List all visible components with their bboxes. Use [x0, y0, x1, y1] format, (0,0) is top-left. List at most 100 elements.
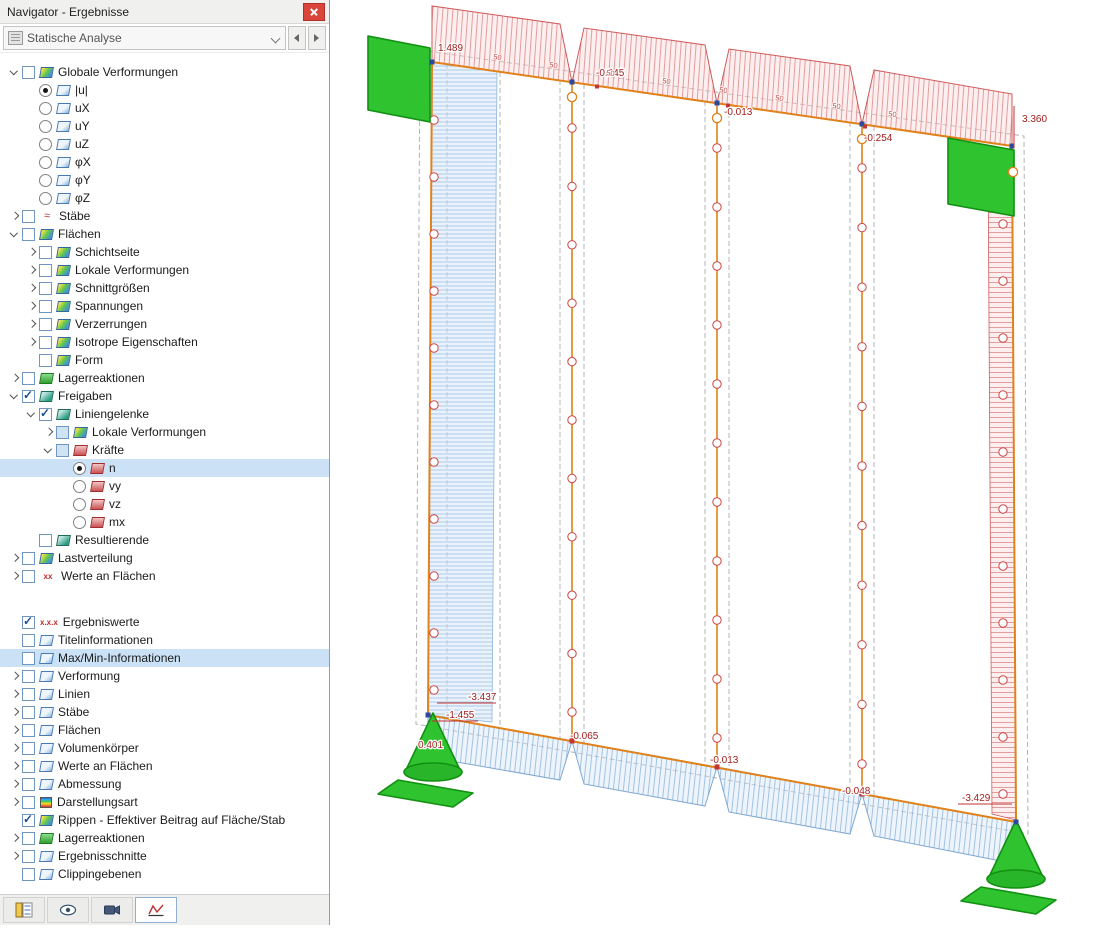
- panel-title-bar[interactable]: Navigator - Ergebnisse: [0, 0, 329, 24]
- tree-item-mx[interactable]: mx: [0, 513, 329, 531]
- tree-item-schichtseite[interactable]: Schichtseite: [0, 243, 329, 261]
- expander-closed-icon[interactable]: [8, 795, 22, 809]
- tree-item-fl-chen[interactable]: Flächen: [0, 721, 329, 739]
- tree-item-rippen-effektiver-beitrag-auf-fl-che-stab[interactable]: Rippen - Effektiver Beitrag auf Fläche/S…: [0, 811, 329, 829]
- radio-button[interactable]: [39, 101, 52, 115]
- expander-closed-icon[interactable]: [8, 831, 22, 845]
- checkbox[interactable]: [22, 569, 35, 583]
- tree-item-st-be[interactable]: Stäbe: [0, 703, 329, 721]
- tree-item-lagerreaktionen[interactable]: Lagerreaktionen: [0, 369, 329, 387]
- tree-item-linien[interactable]: Linien: [0, 685, 329, 703]
- tree-item-titelinformationen[interactable]: Titelinformationen: [0, 631, 329, 649]
- tree-item-form[interactable]: Form: [0, 351, 329, 369]
- tree-item-globale-verformungen[interactable]: Globale Verformungen: [0, 63, 329, 81]
- tab-camera[interactable]: [91, 897, 133, 923]
- tree-item-n[interactable]: n: [0, 459, 329, 477]
- expander-closed-icon[interactable]: [42, 425, 56, 439]
- expander-closed-icon[interactable]: [25, 299, 39, 313]
- checkbox[interactable]: [22, 65, 35, 79]
- checkbox[interactable]: [39, 281, 52, 295]
- expander-closed-icon[interactable]: [8, 741, 22, 755]
- expander-open-icon[interactable]: [8, 389, 22, 403]
- expander-closed-icon[interactable]: [8, 705, 22, 719]
- checkbox[interactable]: [22, 705, 35, 719]
- radio-button[interactable]: [39, 137, 52, 151]
- checkbox[interactable]: [22, 615, 35, 629]
- model-viewport[interactable]: 1.489 -0.245 -0.013 -0.254 3.360 -3.437 …: [330, 0, 1120, 925]
- tree-item-kr-fte[interactable]: Kräfte: [0, 441, 329, 459]
- tree-item-abmessung[interactable]: Abmessung: [0, 775, 329, 793]
- tree-item-ergebnisschnitte[interactable]: Ergebnisschnitte: [0, 847, 329, 865]
- checkbox[interactable]: [22, 723, 35, 737]
- tree-item-verformung[interactable]: Verformung: [0, 667, 329, 685]
- tree-item-vy[interactable]: vy: [0, 477, 329, 495]
- radio-button[interactable]: [73, 497, 86, 511]
- tree-item-y[interactable]: φY: [0, 171, 329, 189]
- tab-results-navigator[interactable]: [135, 897, 177, 923]
- radio-button[interactable]: [73, 461, 86, 475]
- tree-item-uz[interactable]: uZ: [0, 135, 329, 153]
- checkbox[interactable]: [22, 209, 35, 223]
- tree-item-u[interactable]: |u|: [0, 81, 329, 99]
- checkbox[interactable]: [39, 335, 52, 349]
- radio-button[interactable]: [39, 83, 52, 97]
- expander-open-icon[interactable]: [42, 443, 56, 457]
- tree-item-lokale-verformungen[interactable]: Lokale Verformungen: [0, 261, 329, 279]
- tree-item-lagerreaktionen[interactable]: Lagerreaktionen: [0, 829, 329, 847]
- tab-views-navigator[interactable]: [47, 897, 89, 923]
- tree-item-lokale-verformungen[interactable]: Lokale Verformungen: [0, 423, 329, 441]
- checkbox[interactable]: [56, 443, 69, 457]
- expander-closed-icon[interactable]: [25, 317, 39, 331]
- checkbox[interactable]: [22, 389, 35, 403]
- expander-closed-icon[interactable]: [8, 723, 22, 737]
- radio-button[interactable]: [39, 191, 52, 205]
- checkbox[interactable]: [39, 407, 52, 421]
- checkbox[interactable]: [39, 299, 52, 313]
- expander-closed-icon[interactable]: [8, 551, 22, 565]
- checkbox[interactable]: [22, 777, 35, 791]
- checkbox[interactable]: [22, 651, 35, 665]
- tree-item-werte-an-fl-chen[interactable]: Werte an Flächen: [0, 757, 329, 775]
- expander-closed-icon[interactable]: [25, 263, 39, 277]
- tree-item-spannungen[interactable]: Spannungen: [0, 297, 329, 315]
- expander-closed-icon[interactable]: [25, 335, 39, 349]
- tree-item-max-min-informationen[interactable]: Max/Min-Informationen: [0, 649, 329, 667]
- radio-button[interactable]: [73, 515, 86, 529]
- tree-item-uy[interactable]: uY: [0, 117, 329, 135]
- checkbox[interactable]: [22, 687, 35, 701]
- expander-closed-icon[interactable]: [8, 759, 22, 773]
- checkbox[interactable]: [22, 669, 35, 683]
- radio-button[interactable]: [73, 479, 86, 493]
- tab-data-navigator[interactable]: [3, 897, 45, 923]
- tree-item-lastverteilung[interactable]: Lastverteilung: [0, 549, 329, 567]
- tree-item-liniengelenke[interactable]: Liniengelenke: [0, 405, 329, 423]
- close-icon[interactable]: [303, 3, 325, 21]
- tree-item-darstellungsart[interactable]: Darstellungsart: [0, 793, 329, 811]
- checkbox[interactable]: [22, 551, 35, 565]
- checkbox[interactable]: [22, 227, 35, 241]
- checkbox[interactable]: [22, 795, 35, 809]
- tree-item-freigaben[interactable]: Freigaben: [0, 387, 329, 405]
- tree-item-volumenk-rper[interactable]: Volumenkörper: [0, 739, 329, 757]
- expander-open-icon[interactable]: [25, 407, 39, 421]
- tree-item-schnittgr-en[interactable]: Schnittgrößen: [0, 279, 329, 297]
- checkbox[interactable]: [22, 831, 35, 845]
- expander-open-icon[interactable]: [8, 227, 22, 241]
- tree-item-resultierende[interactable]: Resultierende: [0, 531, 329, 549]
- expander-open-icon[interactable]: [8, 65, 22, 79]
- radio-button[interactable]: [39, 155, 52, 169]
- checkbox[interactable]: [22, 371, 35, 385]
- checkbox[interactable]: [22, 849, 35, 863]
- checkbox[interactable]: [22, 813, 35, 827]
- previous-loadcase-button[interactable]: [288, 26, 306, 50]
- expander-closed-icon[interactable]: [8, 209, 22, 223]
- expander-closed-icon[interactable]: [8, 687, 22, 701]
- checkbox[interactable]: [22, 633, 35, 647]
- expander-closed-icon[interactable]: [8, 849, 22, 863]
- tree-item-fl-chen[interactable]: Flächen: [0, 225, 329, 243]
- tree-item-z[interactable]: φZ: [0, 189, 329, 207]
- tree-item-verzerrungen[interactable]: Verzerrungen: [0, 315, 329, 333]
- expander-closed-icon[interactable]: [25, 245, 39, 259]
- checkbox[interactable]: [22, 867, 35, 881]
- expander-closed-icon[interactable]: [8, 669, 22, 683]
